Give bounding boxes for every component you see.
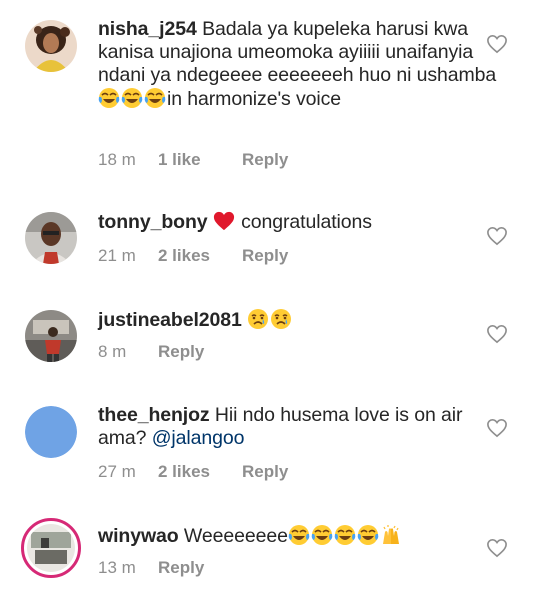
comment-body-suffix: in harmonize's voice — [167, 88, 342, 110]
comment-time: 21 m — [98, 246, 136, 265]
comment-username[interactable]: thee_henjoz — [98, 404, 210, 426]
placeholder-avatar — [25, 406, 77, 458]
avatar[interactable] — [25, 406, 77, 458]
tears-of-joy-emoji-icon — [311, 524, 333, 546]
comment-text: tonny_bony congratulations — [98, 210, 498, 234]
avatar[interactable] — [25, 20, 77, 72]
comment-meta: 13 m Reply — [98, 558, 204, 578]
tears-of-joy-emoji-icon — [288, 524, 310, 546]
like-heart-icon[interactable] — [486, 34, 508, 54]
comment-time: 27 m — [98, 462, 136, 481]
red-heart-emoji-icon — [213, 210, 235, 232]
tears-of-joy-emoji-icon — [357, 524, 379, 546]
comment-text: winywao Weeeeeeee — [98, 524, 498, 548]
comment-username[interactable]: justineabel2081 — [98, 309, 242, 331]
comment-item: thee_henjoz Hii ndo husema love is on ai… — [0, 390, 540, 510]
like-heart-icon[interactable] — [486, 324, 508, 344]
comment-username[interactable]: winywao — [98, 525, 179, 547]
reply-button[interactable]: Reply — [158, 558, 204, 578]
comment-likes[interactable]: 2 likes — [158, 246, 242, 266]
tears-of-joy-emoji-icon — [144, 87, 166, 109]
tears-of-joy-emoji-icon — [98, 87, 120, 109]
avatar[interactable] — [25, 310, 77, 362]
like-heart-icon[interactable] — [486, 418, 508, 438]
like-heart-icon[interactable] — [486, 538, 508, 558]
tears-of-joy-emoji-icon — [121, 87, 143, 109]
comment-item: tonny_bony congratulations 21 m 2 likes Re… — [0, 190, 540, 290]
comment-text: thee_henjoz Hii ndo husema love is on ai… — [98, 404, 478, 450]
raising-hands-emoji-icon — [380, 524, 402, 546]
comment-body: congratulations — [241, 211, 372, 233]
comment-text: justineabel2081 — [98, 308, 498, 332]
comment-meta: 27 m 2 likes Reply — [98, 462, 288, 482]
comment-username[interactable]: tonny_bony — [98, 211, 208, 233]
tears-of-joy-emoji-icon — [334, 524, 356, 546]
like-heart-icon[interactable] — [486, 226, 508, 246]
reply-button[interactable]: Reply — [242, 462, 288, 482]
comment-item: nisha_j254 Badala ya kupeleka harusi kwa… — [0, 0, 540, 190]
comment-likes[interactable]: 1 like — [158, 150, 242, 170]
reply-button[interactable]: Reply — [242, 246, 288, 266]
comment-text: nisha_j254 Badala ya kupeleka harusi kwa… — [98, 18, 498, 111]
reply-button[interactable]: Reply — [158, 342, 204, 362]
avatar-story-ring[interactable] — [21, 518, 81, 578]
avatar[interactable] — [25, 212, 77, 264]
comment-item: winywao Weeeeeeee 13 m Reply — [0, 510, 540, 602]
comment-meta: 18 m 1 like Reply — [98, 150, 288, 170]
comment-time: 13 m — [98, 558, 136, 577]
crying-face-emoji-icon — [247, 308, 269, 330]
comment-body: Weeeeeeee — [183, 525, 288, 547]
reply-button[interactable]: Reply — [242, 150, 288, 170]
comment-time: 8 m — [98, 342, 127, 361]
comment-item: justineabel2081 8 m Reply — [0, 290, 540, 390]
comment-likes[interactable]: 2 likes — [158, 462, 242, 482]
mention-link[interactable]: @jalangoo — [152, 427, 245, 449]
comment-meta: 21 m 2 likes Reply — [98, 246, 288, 266]
crying-face-emoji-icon — [270, 308, 292, 330]
comment-time: 18 m — [98, 150, 136, 169]
comment-meta: 8 m Reply — [98, 342, 204, 362]
comment-username[interactable]: nisha_j254 — [98, 18, 197, 40]
